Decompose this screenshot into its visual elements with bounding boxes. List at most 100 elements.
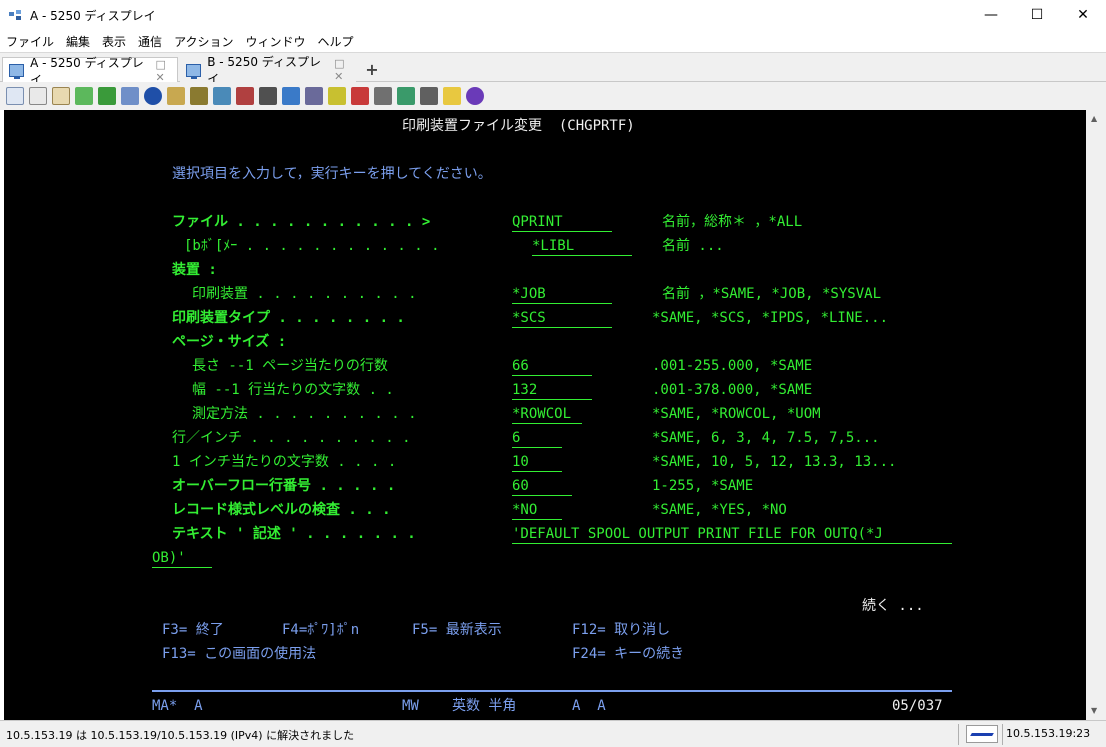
- menu-help[interactable]: ヘルプ: [311, 33, 359, 50]
- oia-status: MA* A: [152, 698, 203, 714]
- oia-flags: A A: [572, 698, 606, 714]
- record-icon[interactable]: [374, 87, 392, 105]
- color-map-icon[interactable]: [282, 87, 300, 105]
- menu-view[interactable]: 表示: [96, 33, 132, 50]
- oia-cursor-position: 05/037: [892, 698, 943, 714]
- title-bar: A - 5250 ディスプレイ — ☐ ✕: [0, 0, 1106, 30]
- receive-file-icon[interactable]: [98, 87, 116, 105]
- status-separator: [958, 724, 959, 745]
- field-hint-library: 名前 ...: [662, 238, 724, 254]
- menu-file[interactable]: ファイル: [0, 33, 60, 50]
- field-label-level-check: レコード様式レベルの検査 . . .: [172, 502, 391, 518]
- vertical-scrollbar[interactable]: ▲ ▼: [1086, 110, 1106, 720]
- field-hint-overflow: 1-255, *SAME: [652, 478, 754, 494]
- send-file-icon[interactable]: [75, 87, 93, 105]
- new-tab-button[interactable]: +: [362, 59, 382, 79]
- navigate-icon[interactable]: [144, 87, 162, 105]
- field-length-input[interactable]: 66: [512, 358, 592, 376]
- status-message: 10.5.153.19 は 10.5.153.19/10.5.153.19 (I…: [6, 729, 355, 742]
- field-label-device: 印刷装置 . . . . . . . . . .: [192, 286, 417, 302]
- field-label-length: 長さ --1 ページ当たりの行数: [192, 358, 388, 374]
- menu-edit[interactable]: 編集: [60, 33, 96, 50]
- fkey-f12[interactable]: F12= 取り消し: [572, 622, 670, 638]
- field-lpi-input[interactable]: 6: [512, 430, 562, 448]
- macro-icon[interactable]: [121, 87, 139, 105]
- field-label-device-type: 印刷装置タイプ . . . . . . . .: [172, 310, 405, 326]
- field-label-measure: 測定方法 . . . . . . . . . .: [192, 406, 417, 422]
- tab-bar: A - 5250 ディスプレイ □ ✕ B - 5250 ディスプレイ □ ✕ …: [0, 52, 1106, 87]
- tab-controls[interactable]: □ ✕: [155, 58, 177, 84]
- status-host: 10.5.153.19:23: [1006, 727, 1091, 740]
- disconnect-icon[interactable]: [351, 87, 369, 105]
- field-cpi-input[interactable]: 10: [512, 454, 562, 472]
- field-device-type-input[interactable]: *SCS: [512, 310, 612, 328]
- tab-controls[interactable]: □ ✕: [334, 57, 356, 83]
- field-text-input[interactable]: 'DEFAULT SPOOL OUTPUT PRINT FILE FOR OUT…: [512, 526, 952, 544]
- oia-input-mode: 英数 半角: [452, 698, 517, 714]
- menu-communication[interactable]: 通信: [132, 33, 168, 50]
- status-separator: [1002, 724, 1003, 745]
- field-device-input[interactable]: *JOB: [512, 286, 612, 304]
- fkey-f5[interactable]: F5= 最新表示: [412, 622, 502, 638]
- session-icon[interactable]: [259, 87, 277, 105]
- close-button[interactable]: ✕: [1060, 0, 1106, 30]
- oia-mode: MW: [402, 698, 419, 714]
- field-width-input[interactable]: 132: [512, 382, 592, 400]
- print-screen-icon[interactable]: [190, 87, 208, 105]
- play-icon[interactable]: [397, 87, 415, 105]
- field-hint-device-type: *SAME, *SCS, *IPDS, *LINE...: [652, 310, 889, 326]
- properties-icon[interactable]: [167, 87, 185, 105]
- display-settings-icon[interactable]: [236, 87, 254, 105]
- tab-session-b[interactable]: B - 5250 ディスプレイ □ ✕: [180, 55, 356, 86]
- field-level-check-input[interactable]: *NO: [512, 502, 562, 520]
- menu-action[interactable]: アクション: [168, 33, 239, 50]
- paste-icon[interactable]: [52, 87, 70, 105]
- maximize-button[interactable]: ☐: [1014, 0, 1060, 30]
- trace-icon[interactable]: [328, 87, 346, 105]
- field-label-text: テキスト ' 記述 ' . . . . . . .: [172, 526, 416, 542]
- tab-session-a[interactable]: A - 5250 ディスプレイ □ ✕: [2, 56, 178, 87]
- field-hint-cpi: *SAME, 10, 5, 12, 13.3, 13...: [652, 454, 897, 470]
- section-device: 装置 :: [172, 262, 217, 278]
- status-bar: 10.5.153.19 は 10.5.153.19/10.5.153.19 (I…: [0, 720, 1106, 747]
- scroll-down-icon[interactable]: ▼: [1091, 706, 1097, 715]
- field-label-width: 幅 --1 行当たりの文字数 . .: [192, 382, 394, 398]
- menu-bar: ファイル 編集 表示 通信 アクション ウィンドウ ヘルプ: [0, 30, 1106, 52]
- cut-icon[interactable]: [29, 87, 47, 105]
- keypad-icon[interactable]: [213, 87, 231, 105]
- fkey-f24[interactable]: F24= キーの続き: [572, 646, 684, 662]
- field-overflow-input[interactable]: 60: [512, 478, 572, 496]
- field-label-file: ファイル . . . . . . . . . . . >: [172, 214, 431, 230]
- oia-separator: [152, 690, 952, 692]
- fkey-f13[interactable]: F13= この画面の使用法: [162, 646, 316, 662]
- field-hint-device: 名前 ，*SAME, *JOB, *SYSVAL: [662, 286, 882, 302]
- screen-title: 印刷装置ファイル変更 (CHGPRTF): [402, 118, 635, 134]
- toolbar: [0, 82, 1106, 110]
- field-library-input[interactable]: *LIBL: [532, 238, 632, 256]
- field-measure-input[interactable]: *ROWCOL: [512, 406, 582, 424]
- field-label-overflow: オーバーフロー行番号 . . . . .: [172, 478, 396, 494]
- scroll-up-icon[interactable]: ▲: [1091, 114, 1097, 123]
- monitor-icon: [9, 64, 25, 79]
- notes-icon[interactable]: [443, 87, 461, 105]
- app-icon: [9, 10, 21, 20]
- field-hint-level-check: *SAME, *YES, *NO: [652, 502, 787, 518]
- fkey-f3[interactable]: F3= 終了: [162, 622, 224, 638]
- more-indicator: 続く ...: [862, 598, 924, 614]
- menu-window[interactable]: ウィンドウ: [239, 33, 311, 50]
- minimize-button[interactable]: —: [968, 0, 1014, 30]
- terminal-screen[interactable]: 印刷装置ファイル変更 (CHGPRTF) 選択項目を入力して，実行キーを押してく…: [4, 110, 1086, 720]
- fkey-f4[interactable]: F4=ﾎﾟﾜ]ﾎﾟn: [282, 622, 359, 638]
- grid-icon[interactable]: [305, 87, 323, 105]
- copy-icon[interactable]: [6, 87, 24, 105]
- window-title: A - 5250 ディスプレイ: [30, 9, 156, 23]
- connection-icon: [966, 725, 998, 743]
- field-label-library: [bﾎﾞ[ﾒｰ . . . . . . . . . . . .: [184, 238, 440, 254]
- field-file-input[interactable]: QPRINT: [512, 214, 612, 232]
- field-text-continuation[interactable]: OB)': [152, 550, 212, 568]
- help-icon[interactable]: [466, 87, 484, 105]
- stop-icon[interactable]: [420, 87, 438, 105]
- field-hint-width: .001-378.000, *SAME: [652, 382, 813, 398]
- field-label-lpi: 行／インチ . . . . . . . . . .: [172, 430, 411, 446]
- field-hint-lpi: *SAME, 6, 3, 4, 7.5, 7,5...: [652, 430, 880, 446]
